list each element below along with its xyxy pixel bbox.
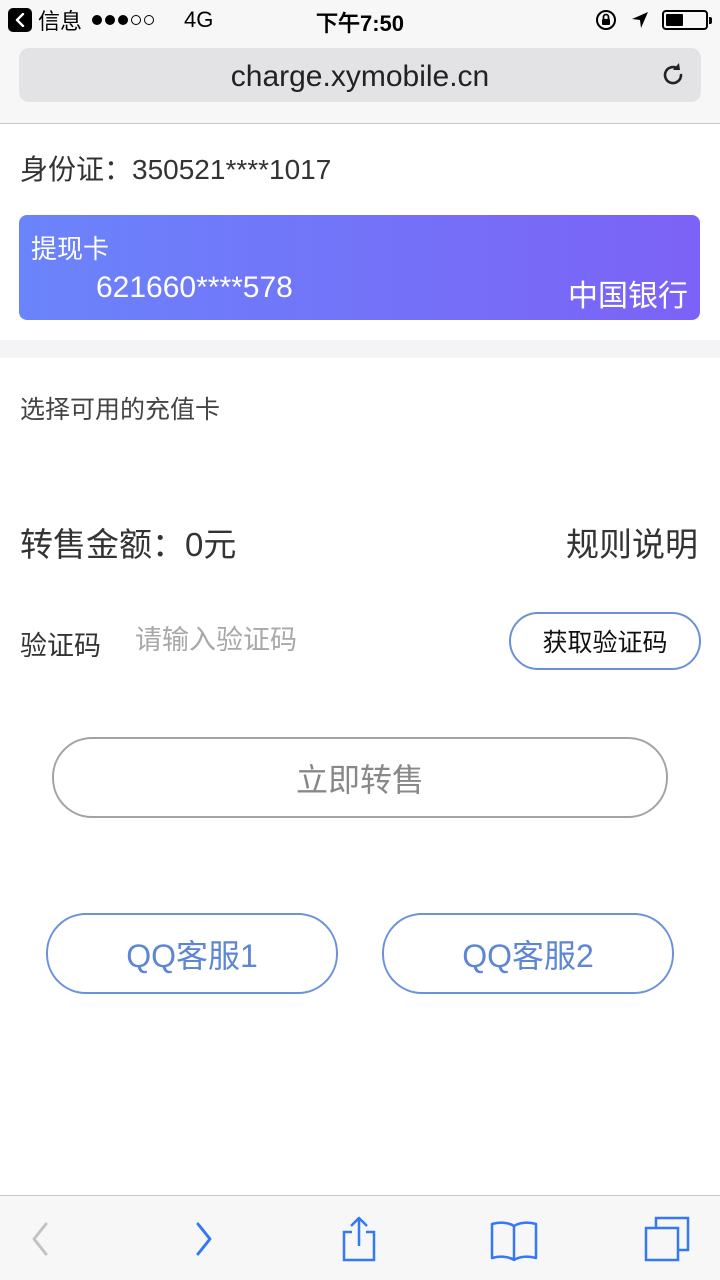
card-number: 621660****578 <box>96 271 293 304</box>
tabs-icon[interactable] <box>642 1214 692 1264</box>
verification-code-label: 验证码 <box>20 631 101 661</box>
sell-now-button[interactable]: 立即转售 <box>52 737 668 818</box>
section-divider <box>0 340 720 358</box>
select-recharge-card-label[interactable]: 选择可用的充值卡 <box>20 390 220 426</box>
browser-toolbar <box>0 1195 720 1280</box>
status-right <box>594 8 712 32</box>
get-verification-code-button[interactable]: 获取验证码 <box>509 612 701 670</box>
battery-icon <box>662 10 712 30</box>
id-card-number: 350521****1017 <box>132 154 332 185</box>
rules-link[interactable]: 规则说明 <box>566 518 698 566</box>
card-bank-name: 中国银行 <box>568 280 688 313</box>
location-arrow-icon <box>632 12 648 28</box>
verification-code-input[interactable] <box>135 620 475 660</box>
browser-address-area: charge.xymobile.cn <box>0 40 720 124</box>
bookmarks-icon[interactable] <box>489 1214 539 1264</box>
qq-support-1-button[interactable]: QQ客服1 <box>46 913 338 994</box>
back-nav-icon[interactable] <box>16 1214 66 1264</box>
id-card-row: 身份证：350521****1017 <box>20 148 331 188</box>
reload-icon[interactable] <box>659 61 687 89</box>
resale-amount-label: 转售金额： <box>20 526 185 563</box>
id-card-label: 身份证： <box>20 154 133 185</box>
card-title: 提现卡 <box>31 234 110 264</box>
status-bar: 信息 4G 下午7:50 <box>0 0 720 40</box>
share-icon[interactable] <box>334 1214 384 1264</box>
resale-amount-row: 转售金额：0元 <box>20 518 236 566</box>
resale-amount-value: 0元 <box>185 526 237 563</box>
address-bar[interactable]: charge.xymobile.cn <box>19 48 701 102</box>
orientation-lock-icon <box>596 10 616 30</box>
withdrawal-card[interactable]: 提现卡 621660****578 中国银行 <box>19 215 700 320</box>
qq-support-2-button[interactable]: QQ客服2 <box>382 913 674 994</box>
forward-nav-icon[interactable] <box>178 1214 228 1264</box>
url-text[interactable]: charge.xymobile.cn <box>19 60 701 94</box>
